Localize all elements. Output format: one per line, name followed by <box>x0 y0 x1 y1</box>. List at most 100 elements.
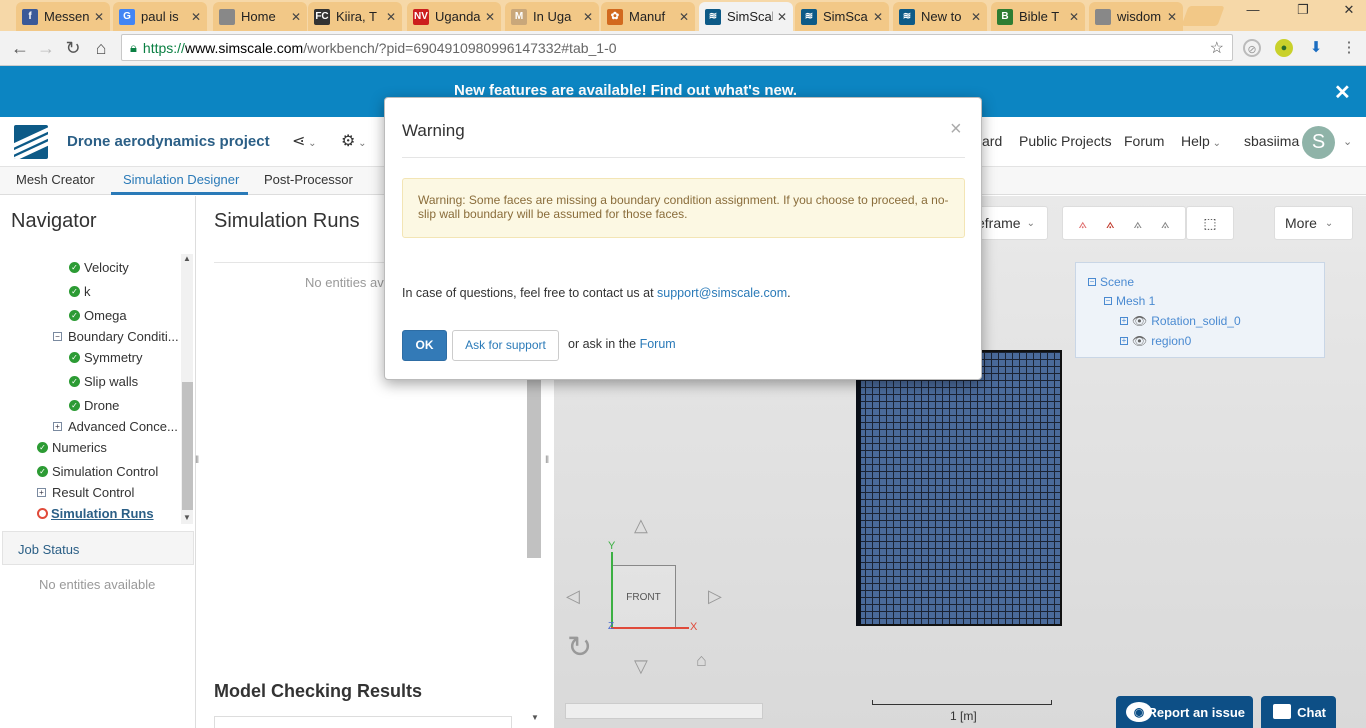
tab-close-icon[interactable]: ✕ <box>1167 10 1177 24</box>
navigator-item[interactable]: ✓ Simulation Control <box>37 464 158 479</box>
browser-tab[interactable]: ≋ SimScale ✕ <box>699 2 793 31</box>
navigator-item[interactable]: ✓ Omega <box>69 308 127 323</box>
new-tab-button[interactable] <box>1181 6 1225 26</box>
navigator-scroll-thumb[interactable] <box>182 382 193 510</box>
scene-item-region0[interactable]: + 👁︎ region0 <box>1120 334 1191 348</box>
rotate-down-icon[interactable]: ▽ <box>634 656 648 677</box>
browser-tab[interactable]: ✿ Manuf ✕ <box>601 2 695 31</box>
window-close-button[interactable]: ✕ <box>1334 0 1364 22</box>
job-status-header[interactable]: Job Status <box>2 531 194 565</box>
select-vertex-icon[interactable]: ⟑ <box>1078 215 1087 232</box>
browser-tab[interactable]: f Messenger ✕ <box>16 2 110 31</box>
select-face-icon[interactable]: ⟑ <box>1106 215 1115 232</box>
dashboard-link[interactable]: ard <box>982 133 1002 149</box>
expand-icon[interactable]: + <box>53 422 62 431</box>
browser-tab[interactable]: ≋ New to ✕ <box>893 2 987 31</box>
rotate-left-icon[interactable]: ◁ <box>566 586 580 607</box>
ok-button[interactable]: OK <box>402 330 447 361</box>
browser-menu-icon[interactable]: ⋮ <box>1340 39 1358 57</box>
reload-icon[interactable]: ↻ <box>61 36 85 60</box>
tab-close-icon[interactable]: ✕ <box>191 10 201 24</box>
navigator-item[interactable]: ✓ Velocity <box>69 260 129 275</box>
minimize-button[interactable]: — <box>1238 0 1268 22</box>
panel-splitter[interactable]: ‖ <box>545 455 549 466</box>
tab-simulation-designer[interactable]: Simulation Designer <box>123 172 239 187</box>
rotate-right-icon[interactable]: ▷ <box>708 586 722 607</box>
navigator-splitter[interactable]: ‖ <box>195 455 199 466</box>
browser-tab[interactable]: M In Uga ✕ <box>505 2 599 31</box>
scroll-down-icon[interactable]: ▼ <box>183 513 191 522</box>
navigator-item[interactable]: + Advanced Conce... <box>53 419 178 434</box>
tab-post-processor[interactable]: Post-Processor <box>264 172 353 187</box>
browser-tab[interactable]: Gpaul is ✕ <box>113 2 207 31</box>
reset-view-home-icon[interactable]: ⌂ <box>696 650 707 671</box>
browser-tab[interactable]: ≋ SimSca ✕ <box>795 2 889 31</box>
eye-icon[interactable]: 👁︎ <box>1132 334 1147 348</box>
mesh-geometry[interactable] <box>856 350 1062 626</box>
expand-icon[interactable]: + <box>37 488 46 497</box>
scroll-up-icon[interactable]: ▲ <box>183 254 191 263</box>
simscale-logo[interactable] <box>14 125 48 159</box>
more-menu[interactable]: More ⌄ <box>1274 206 1353 240</box>
home-icon[interactable]: ⌂ <box>89 36 113 60</box>
banner-close-icon[interactable]: ✕ <box>1334 80 1351 105</box>
tab-close-icon[interactable]: ✕ <box>679 10 689 24</box>
public-projects-link[interactable]: Public Projects <box>1019 133 1112 149</box>
support-email-link[interactable]: support@simscale.com <box>657 286 787 300</box>
browser-tab[interactable]: B Bible T ✕ <box>991 2 1085 31</box>
eye-icon[interactable]: 👁︎ <box>1132 314 1147 328</box>
navigator-item[interactable]: ✓ k <box>69 284 91 299</box>
navigator-item[interactable]: ✓ Numerics <box>37 440 107 455</box>
tab-close-icon[interactable]: ✕ <box>485 10 495 24</box>
tab-mesh-creator[interactable]: Mesh Creator <box>16 172 95 187</box>
navigator-item[interactable]: ✓ Drone <box>69 398 119 413</box>
select-edge-icon[interactable]: ⟑ <box>1133 215 1142 232</box>
share-icon[interactable]: ⋖ ⌄ <box>292 131 317 151</box>
tab-close-icon[interactable]: ✕ <box>291 10 301 24</box>
tab-close-icon[interactable]: ✕ <box>94 10 104 24</box>
browser-tab[interactable]: NV Uganda ✕ <box>407 2 501 31</box>
scene-item-rotation-solid[interactable]: + 👁︎ Rotation_solid_0 <box>1120 314 1241 328</box>
user-menu-chevron-icon[interactable]: ⌄ <box>1343 135 1352 148</box>
browser-tab[interactable]: Home ✕ <box>213 2 307 31</box>
tab-close-icon[interactable]: ✕ <box>583 10 593 24</box>
navigator-item[interactable]: Simulation Runs <box>37 506 154 521</box>
navigator-item[interactable]: − Boundary Conditi... <box>53 329 179 344</box>
back-icon[interactable]: ← <box>8 36 32 60</box>
report-issue-button[interactable]: ◉ Report an issue <box>1116 696 1253 728</box>
tab-close-icon[interactable]: ✕ <box>971 10 981 24</box>
browser-tab[interactable]: wisdom ✕ <box>1089 2 1183 31</box>
username[interactable]: sbasiima <box>1244 133 1299 149</box>
tab-close-icon[interactable]: ✕ <box>873 10 883 24</box>
bookmark-star-icon[interactable]: ☆ <box>1210 38 1224 58</box>
orientation-cube[interactable]: FRONT <box>611 565 676 629</box>
scene-root[interactable]: − Scene <box>1088 275 1134 289</box>
rotate-up-icon[interactable]: △ <box>634 515 648 536</box>
project-title[interactable]: Drone aerodynamics project <box>67 133 270 150</box>
modal-close-icon[interactable]: × <box>950 118 962 141</box>
chat-button[interactable]: Chat <box>1261 696 1336 728</box>
rotate-view-icon[interactable]: ↻ <box>567 630 592 665</box>
gear-icon[interactable]: ⚙ ⌄ <box>341 131 367 151</box>
address-bar[interactable]: 🔒︎ https://www.simscale.com/workbench/?p… <box>121 34 1233 61</box>
restore-button[interactable]: ❐ <box>1288 0 1318 22</box>
forum-link[interactable]: Forum <box>640 337 676 351</box>
forum-link[interactable]: Forum <box>1124 133 1164 149</box>
extension-download-icon[interactable]: ⬇ <box>1307 39 1325 57</box>
navigator-item[interactable]: ✓ Symmetry <box>69 350 143 365</box>
scene-mesh[interactable]: − Mesh 1 <box>1104 294 1155 308</box>
tab-close-icon[interactable]: ✕ <box>386 10 396 24</box>
tab-close-icon[interactable]: ✕ <box>1069 10 1079 24</box>
select-volume-icon[interactable]: ⟑ <box>1161 215 1170 232</box>
avatar[interactable]: S <box>1302 126 1335 159</box>
extension-compass-icon[interactable]: ⊘ <box>1243 39 1261 57</box>
forward-icon[interactable]: → <box>34 36 58 60</box>
extension-green-icon[interactable]: ● <box>1275 39 1293 57</box>
browser-tab[interactable]: FC Kiira, T ✕ <box>308 2 402 31</box>
navigator-item[interactable]: ✓ Slip walls <box>69 374 138 389</box>
ask-support-button[interactable]: Ask for support <box>452 330 559 361</box>
box-select-icon[interactable]: ⬚ <box>1186 206 1234 240</box>
tab-close-icon[interactable]: ✕ <box>777 10 787 24</box>
scroll-down-icon[interactable]: ▼ <box>531 713 539 722</box>
navigator-item[interactable]: + Result Control <box>37 485 134 500</box>
